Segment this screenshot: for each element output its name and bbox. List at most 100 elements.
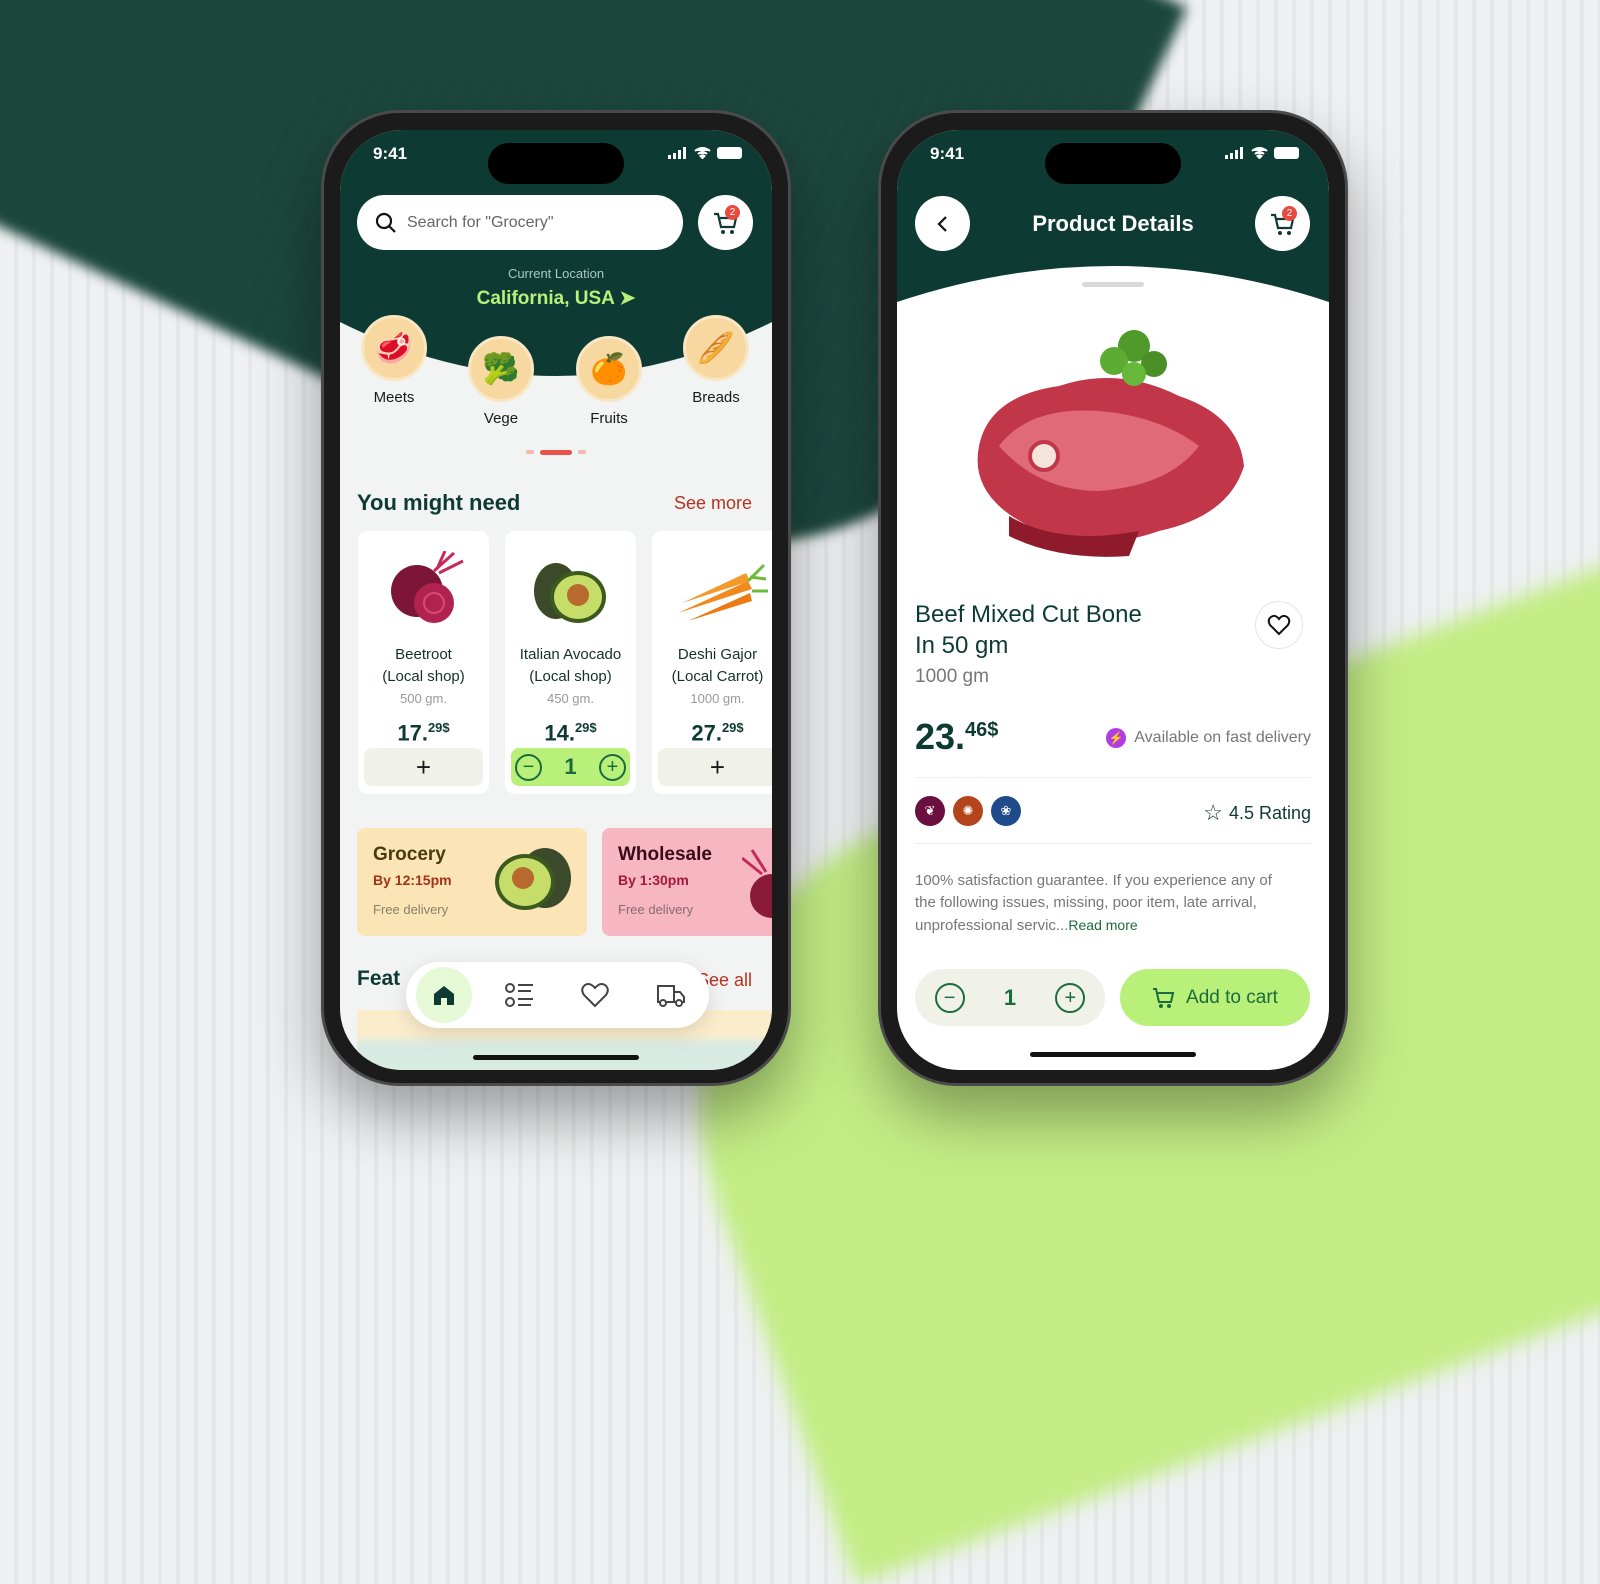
divider [915,777,1311,778]
category-label: Meets [373,389,415,406]
see-more-link[interactable]: See more [674,493,752,514]
location-label: Current Location [507,266,605,281]
truck-icon [657,985,686,1007]
product-description: 100% satisfaction guarantee. If you expe… [915,872,1272,934]
category-breads[interactable]: 🥖 Breads [683,315,749,406]
product-badges: ❦ ✺ ❀ [915,796,1029,826]
product-details-screen: 9:41 Product Details 2 Beef Mixed Cut Bo… [897,130,1329,1070]
wheat-icon: ❀ [991,796,1021,826]
cart-badge: 2 [1282,206,1297,221]
nav-favorites[interactable] [567,967,623,1023]
category-page-indicator [524,450,588,456]
phone-product-details: 9:41 Product Details 2 Beef Mixed Cut Bo… [878,110,1348,1086]
location-selector[interactable]: California, USA ➤ [340,287,772,310]
product-name: Deshi Gajor [677,646,758,663]
promo-wholesale[interactable]: Wholesale By 1:30pm Free delivery [602,828,772,936]
quantity-stepper: − 1 + [511,748,630,786]
home-icon [433,986,454,1005]
status-icons [1225,147,1299,159]
fast-delivery-info: ⚡ Available on fast delivery [1106,728,1311,748]
beef-image [977,330,1244,557]
search-input[interactable]: Search for "Grocery" [357,195,683,250]
signal-icon [1225,147,1243,159]
add-button[interactable]: + [364,748,483,786]
product-shop: (Local Carrot) [671,668,764,685]
battery-icon [1274,147,1299,159]
home-indicator [473,1055,639,1060]
rating-text: 4.5 Rating [1228,802,1311,823]
beetroot-image [742,849,772,918]
broccoli-icon: 🥦 [468,336,534,402]
star-icon: ☆ [1203,800,1223,825]
product-rating: ☆ 4.5 Rating [1203,800,1311,826]
heart-icon [581,983,610,1008]
decrement-button[interactable]: − [934,982,965,1013]
product-weight: 500 gm. [400,691,447,706]
quantity-stepper: − 1 + [915,969,1105,1026]
lightning-icon: ⚡ [1106,728,1127,748]
fruit-icon: 🍊 [576,336,642,402]
section-title: You might need [357,490,521,515]
promo-grocery[interactable]: Grocery By 12:15pm Free delivery [357,828,587,936]
category-label: Breads [692,389,740,406]
product-card[interactable]: Italian Avocado (Local shop) 450 gm. 14.… [505,531,636,794]
heart-icon [1267,614,1291,636]
navigation-arrow-icon: ➤ [619,288,636,309]
product-name: Beef Mixed Cut Bone In 50 gm [915,601,1142,659]
product-card[interactable]: Deshi Gajor (Local Carrot) 1000 gm. 27.2… [652,531,772,794]
beetroot-image [358,541,489,641]
product-weight: 1000 gm. [690,691,745,706]
cart-button[interactable]: 2 [1255,196,1310,251]
quantity-value: 1 [564,754,577,779]
category-fruits[interactable]: 🍊 Fruits [576,336,642,427]
product-shop: (Local shop) [529,668,612,685]
add-to-cart-button[interactable]: Add to cart [1120,969,1310,1026]
product-name: Beetroot [395,646,452,663]
add-button[interactable]: + [658,748,772,786]
category-label: Fruits [590,410,628,427]
wifi-icon [694,147,711,159]
read-more-link[interactable]: Read more [1068,917,1137,933]
meat-icon: 🥩 [361,315,427,381]
product-price: 17.29$ [397,720,450,746]
search-icon [375,212,396,233]
nav-list[interactable] [492,967,548,1023]
sheet-handle [1082,282,1144,287]
bread-icon: 🥖 [683,315,749,381]
dynamic-island [1045,143,1181,184]
divider [915,843,1311,844]
wifi-icon [1251,147,1268,159]
signal-icon [668,147,686,159]
dynamic-island [488,143,624,184]
bottom-nav [406,962,709,1028]
product-card[interactable]: Beetroot (Local shop) 500 gm. 17.29$ + [358,531,489,794]
cart-button[interactable]: 2 [698,195,753,250]
delivery-text: Available on fast delivery [1134,729,1311,746]
status-icons [668,147,742,159]
nav-delivery[interactable] [643,967,699,1023]
status-time: 9:41 [373,144,408,163]
cart-icon [1153,987,1175,1008]
carrot-image [652,541,772,641]
category-meets[interactable]: 🥩 Meets [361,315,427,406]
seal-icon: ✺ [953,796,983,826]
decrement-button[interactable]: − [515,753,542,781]
increment-button[interactable]: + [599,753,626,781]
favorite-button[interactable] [1255,601,1303,649]
featured-title: Feat [357,967,401,990]
home-screen: 9:41 Search for "Grocery" 2 Current Loca… [340,130,772,1070]
increment-button[interactable]: + [1055,982,1086,1013]
avocado-image [505,541,636,641]
product-weight: 450 gm. [547,691,594,706]
product-price: 27.29$ [691,720,744,746]
product-name: Italian Avocado [519,646,622,663]
category-vege[interactable]: 🥦 Vege [468,336,534,427]
search-placeholder: Search for "Grocery" [407,213,554,231]
product-weight: 1000 gm [915,666,989,687]
product-price: 14.29$ [544,720,597,746]
cart-badge: 2 [725,205,740,220]
phone-home: 9:41 Search for "Grocery" 2 Current Loca… [321,110,791,1086]
battery-icon [717,147,742,159]
nav-home[interactable] [415,967,472,1023]
leaf-icon: ❦ [915,796,945,826]
